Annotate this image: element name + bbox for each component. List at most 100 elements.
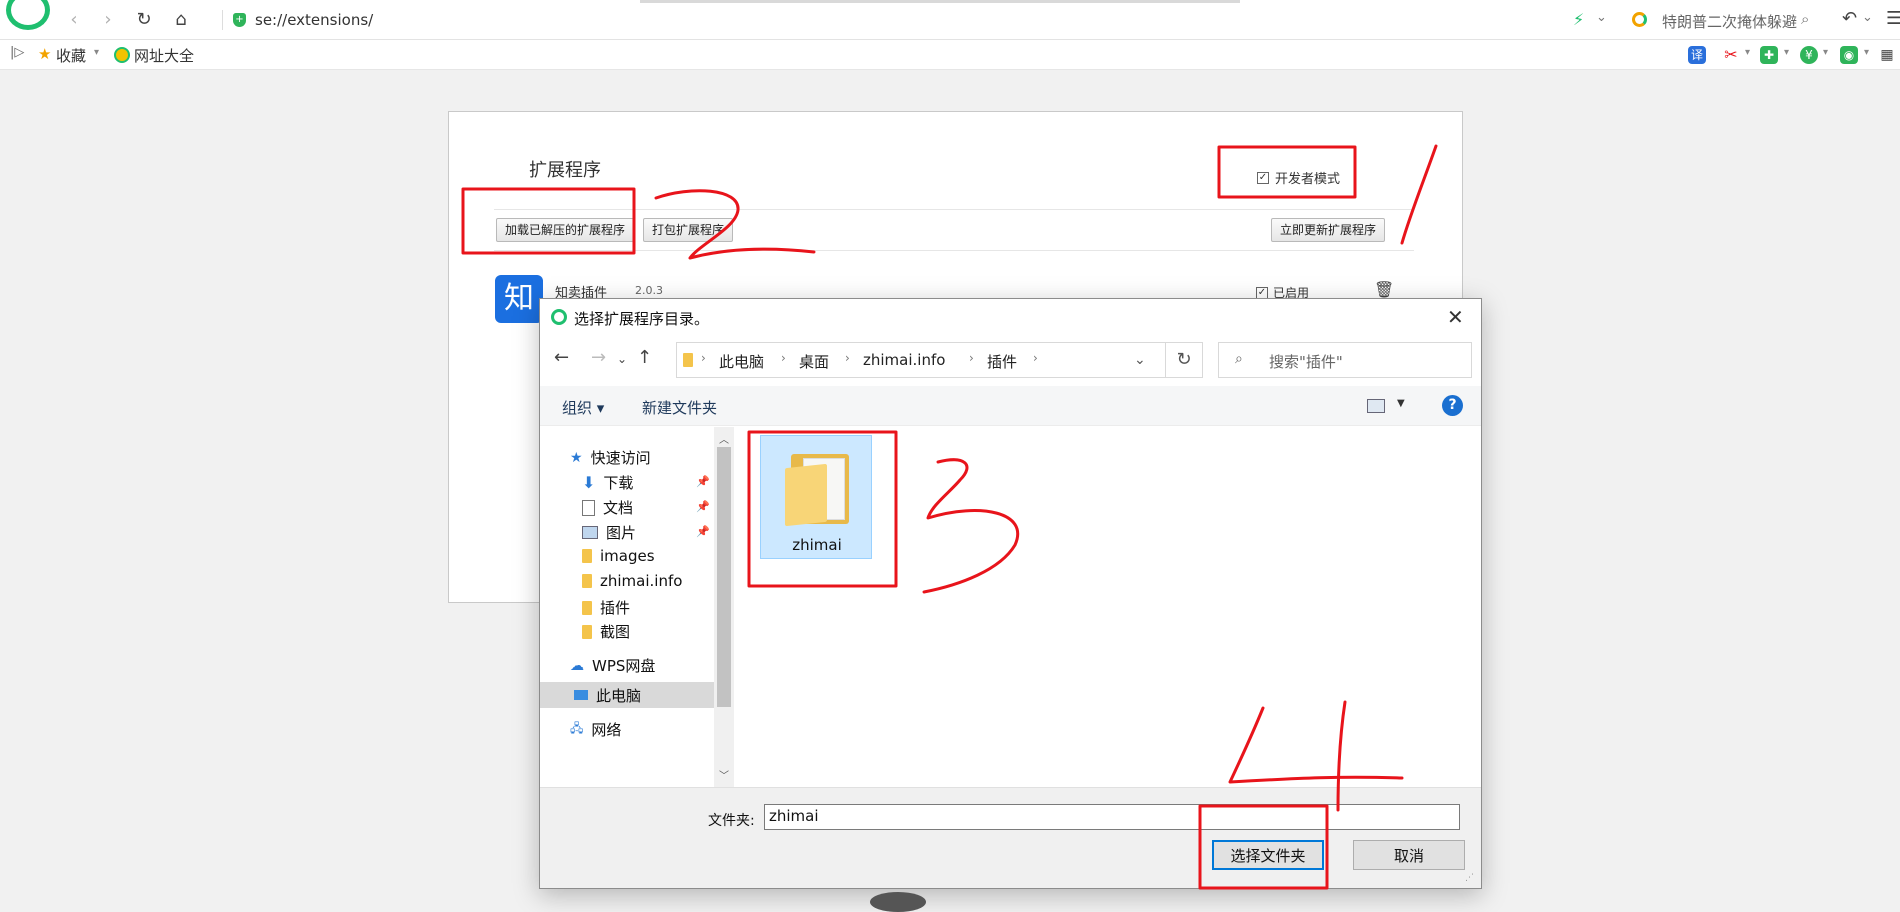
pack-extension-button[interactable]: 打包扩展程序 [643,218,734,242]
breadcrumb-item[interactable]: zhimai.info [863,351,945,369]
breadcrumb-item[interactable]: 桌面 [799,351,829,372]
nav-images[interactable]: images [582,547,655,565]
network-icon: 🖧 [570,721,584,735]
refresh-icon[interactable]: ↻ [1166,342,1203,378]
chevron-down-icon[interactable]: ⌄ [1596,10,1607,25]
computer-icon [574,690,588,700]
nav-screenshots[interactable]: 截图 [582,621,630,642]
tab-strip [640,0,1240,3]
dialog-title: 选择扩展程序目录。 [574,310,710,328]
chevron-down-icon[interactable]: ▼ [1397,398,1405,409]
game-ext-icon[interactable]: ◉ [1840,46,1858,64]
developer-mode-label: 开发者模式 [1275,172,1341,187]
resize-grip-icon[interactable]: ⋰ [1465,873,1474,883]
new-folder-button[interactable]: 新建文件夹 [642,397,717,418]
nav-network[interactable]: 🖧 网络 [570,719,621,740]
price-ext-icon[interactable]: ¥ [1800,46,1818,64]
undo-icon[interactable]: ↶ [1842,8,1857,29]
recent-chevron-icon[interactable]: ⌄ [617,352,627,366]
speed-mode-icon[interactable]: ⚡ [1573,10,1584,29]
nav-label: images [600,547,655,565]
help-icon[interactable]: ? [1442,395,1463,416]
chevron-right-icon[interactable]: › [1033,351,1038,365]
nav-wps-drive[interactable]: ☁ WPS网盘 [570,655,655,676]
scroll-down-icon[interactable]: ﹀ [719,767,729,782]
chevron-right-icon[interactable]: › [781,351,786,365]
load-unpacked-button[interactable]: 加载已解压的扩展程序 [496,218,635,242]
favorites-menu[interactable]: 收藏 [56,45,86,66]
close-icon[interactable]: ✕ [1447,305,1464,329]
chevron-right-icon[interactable]: › [701,351,706,365]
up-arrow-icon[interactable]: ↑ [637,347,652,368]
nav-plugins[interactable]: 插件 [582,597,630,618]
back-icon[interactable]: ‹ [64,10,84,30]
chevron-down-icon[interactable]: ▾ [1784,47,1789,58]
view-options-icon[interactable] [1367,399,1385,413]
folder-item[interactable]: zhimai [760,435,872,559]
apps-grid-icon[interactable]: ▦ [1878,46,1896,64]
back-arrow-icon[interactable]: ← [554,347,569,368]
update-extensions-button[interactable]: 立即更新扩展程序 [1271,218,1386,242]
translate-ext-icon[interactable]: 译 [1688,46,1706,64]
nav-this-pc[interactable]: 此电脑 [540,682,714,708]
nav-quick-access[interactable]: ★ 快速访问 [570,447,651,468]
browser-logo-icon[interactable] [6,0,50,30]
nav-downloads[interactable]: ⬇ 下载 [582,472,633,493]
folder-input[interactable]: zhimai [764,804,1460,830]
secure-shield-icon[interactable]: + [233,13,246,27]
developer-mode-toggle[interactable]: ✓ 开发者模式 [1257,168,1340,187]
folder-icon [582,624,592,639]
page-title: 扩展程序 [529,160,601,181]
trash-icon[interactable]: 🗑 [1374,280,1394,299]
pin-icon[interactable]: 📌 [696,500,710,513]
checkbox[interactable]: ✓ [1257,171,1269,184]
nav-pictures[interactable]: 图片 [582,522,636,543]
pin-icon[interactable]: 📌 [696,475,710,488]
sidebar-toggle-icon[interactable]: |▷ [10,45,24,60]
select-folder-button[interactable]: 选择文件夹 [1212,840,1324,870]
cancel-button[interactable]: 取消 [1353,840,1465,870]
browser-logo-icon [551,309,567,325]
breadcrumb-item[interactable]: 插件 [987,351,1017,372]
file-list: zhimai [736,427,1481,787]
breadcrumb[interactable]: › 此电脑 › 桌面 › zhimai.info › 插件 › ⌄ [676,342,1166,378]
pin-icon[interactable]: 📌 [696,525,710,538]
tools-ext-icon[interactable]: ✚ [1760,46,1778,64]
navigation-pane: ★ 快速访问 ⬇ 下载 📌 文档 📌 图片 📌 images zhimai.in… [540,427,714,787]
search-input[interactable]: ⌕ 搜索"插件" [1218,342,1472,378]
scissors-ext-icon[interactable]: ✂ [1722,46,1740,64]
sites-link[interactable]: 网址大全 [134,45,194,66]
nav-label: 图片 [606,524,637,542]
chevron-down-icon[interactable]: ▾ [94,47,99,58]
home-icon[interactable]: ⌂ [171,10,191,30]
scroll-thumb[interactable] [717,447,731,707]
scroll-up-icon[interactable]: ︿ [719,431,729,446]
reload-icon[interactable]: ↻ [134,10,154,30]
forward-icon[interactable]: › [98,10,118,30]
dialog-toolbar: 组织 ▾ 新建文件夹 ▼ ? [540,386,1481,426]
hot-search-text[interactable]: 特朗普二次掩体躲避 [1662,11,1797,32]
nav-zhimai-info[interactable]: zhimai.info [582,572,682,590]
folder-icon [783,448,851,527]
address-bar[interactable]: se://extensions/ [255,11,373,29]
select-folder-dialog: 选择扩展程序目录。 ✕ ← → ⌄ ↑ › 此电脑 › 桌面 › zhimai.… [539,298,1482,889]
folder-icon [683,353,693,367]
organize-menu[interactable]: 组织 ▾ [562,397,604,418]
chevron-down-icon[interactable]: ▾ [1823,47,1828,58]
search-engine-icon[interactable] [1632,12,1647,27]
dialog-footer: 文件夹: zhimai 选择文件夹 取消 ⋰ [540,787,1481,888]
forward-arrow-icon[interactable]: → [591,347,606,368]
folder-name: zhimai [792,536,842,554]
chevron-down-icon[interactable]: ▾ [1745,47,1750,58]
undo-menu-chevron-icon[interactable]: ⌄ [1862,10,1873,25]
nav-documents[interactable]: 文档 [582,497,633,518]
search-icon[interactable]: ⌕ [1801,10,1809,28]
nav-scrollbar[interactable]: ︿ ﹀ [714,427,734,787]
menu-icon[interactable]: ☰ [1886,8,1900,29]
chevron-right-icon[interactable]: › [845,351,850,365]
chevron-down-icon[interactable]: ⌄ [1134,352,1146,368]
breadcrumb-item[interactable]: 此电脑 [719,351,764,372]
chevron-right-icon[interactable]: › [969,351,974,365]
chevron-down-icon[interactable]: ▾ [1864,47,1869,58]
checkbox[interactable]: ✓ [1256,286,1268,299]
